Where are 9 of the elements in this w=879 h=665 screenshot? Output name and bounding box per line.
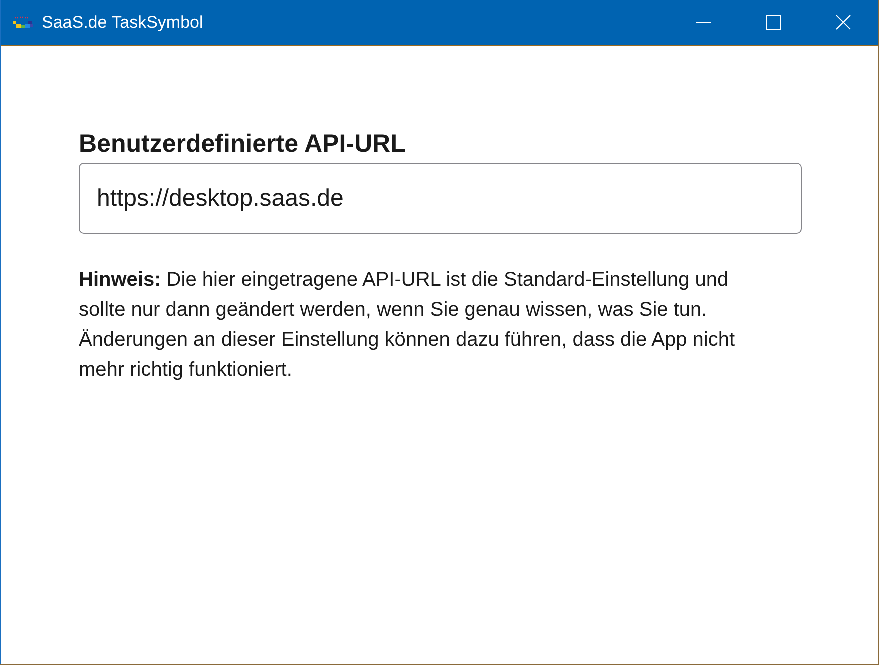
api-url-value: https://desktop.saas.de xyxy=(97,184,344,214)
app-logo-icon xyxy=(12,16,34,30)
window-title: SaaS.de TaskSymbol xyxy=(42,14,204,31)
api-url-field[interactable]: https://desktop.saas.de xyxy=(79,163,802,234)
field-label: Benutzerdefinierte API-URL xyxy=(79,129,407,160)
hint-paragraph: Hinweis: Die hier eingetragene API-URL ist die Standard-Einstellung und sollte nur dann geändert werden, wenn Sie genau wissen, was Sie tun. Änderungen an dieser Einstellung können dazu führen, dass die App nicht mehr richtig funktioniert. xyxy=(79,268,736,383)
maximize-icon xyxy=(766,15,780,30)
minimize-icon xyxy=(696,22,710,23)
close-icon xyxy=(836,15,850,30)
